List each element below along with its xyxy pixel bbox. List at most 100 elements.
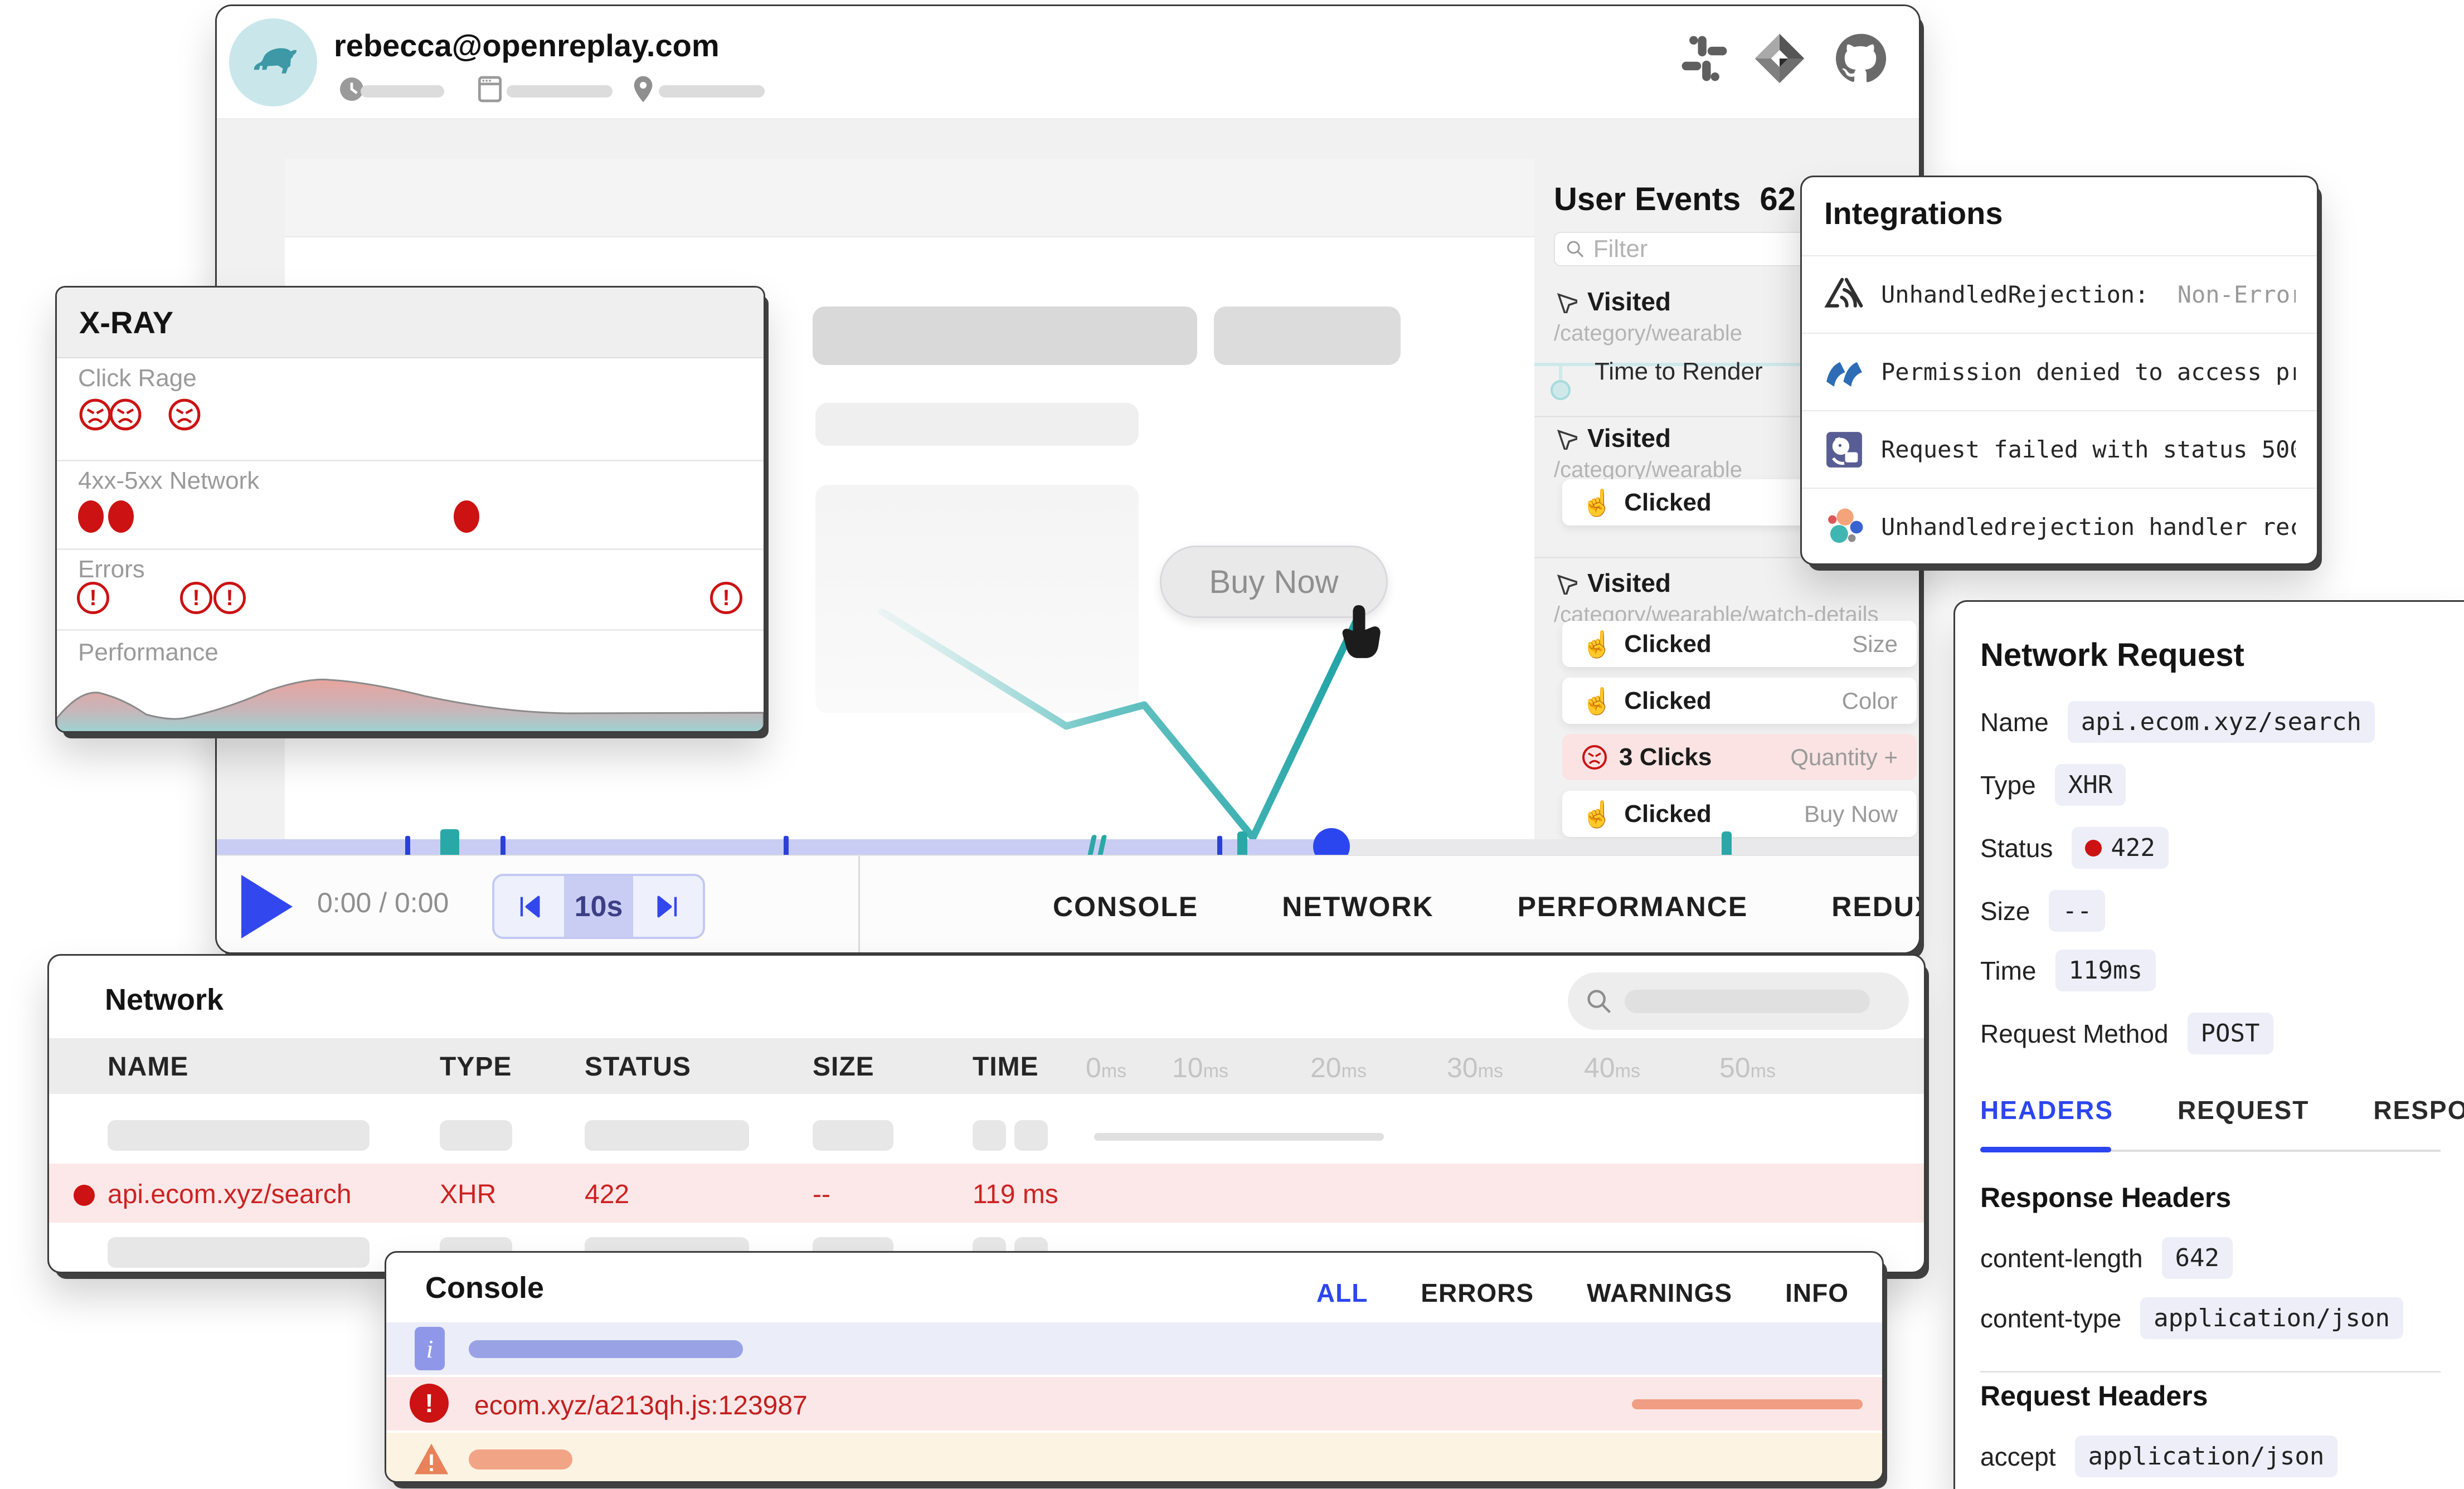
elastic-icon bbox=[1823, 506, 1865, 548]
session-header: rebecca@openreplay.com bbox=[217, 6, 1919, 119]
skeleton-title-bar bbox=[813, 306, 1197, 365]
integrations-title: Integrations bbox=[1824, 195, 2003, 231]
console-title: Console bbox=[425, 1271, 544, 1305]
console-filter-tabs: ALL ERRORS WARNINGS INFO bbox=[1316, 1278, 1849, 1308]
rhino-icon bbox=[242, 32, 304, 93]
column-size[interactable]: SIZE bbox=[813, 1052, 874, 1082]
integration-item-elastic[interactable]: Unhandledrejection handler rece.. bbox=[1802, 488, 2317, 565]
event-clicked-target: Size bbox=[1852, 631, 1898, 658]
search-icon bbox=[1585, 987, 1613, 1016]
error-row-time: 119 ms bbox=[973, 1179, 1058, 1210]
integration-item-sentry[interactable]: UnhandledRejection: Non-Error... bbox=[1802, 255, 2317, 333]
click-hand-icon: ☝ bbox=[1581, 801, 1613, 827]
console-tab-info[interactable]: INFO bbox=[1785, 1278, 1849, 1308]
click-hand-icon: ☝ bbox=[1581, 688, 1613, 714]
event-clicked-color-card[interactable]: ☝ Clicked Color bbox=[1562, 678, 1917, 724]
header-value: application/json bbox=[2075, 1436, 2338, 1477]
event-rage-clicks-card[interactable]: 3 Clicks Quantity + bbox=[1562, 734, 1917, 780]
column-type[interactable]: TYPE bbox=[440, 1052, 512, 1082]
field-value: 422 bbox=[2072, 827, 2168, 869]
console-error-placeholder bbox=[1632, 1399, 1863, 1409]
location-pin-icon bbox=[628, 72, 659, 106]
scale-50ms: 50ms bbox=[1719, 1052, 1776, 1084]
warning-triangle-icon bbox=[413, 1441, 450, 1477]
column-status[interactable]: STATUS bbox=[585, 1052, 691, 1082]
network-panel-title: Network bbox=[105, 982, 223, 1017]
user-events-count: 62 bbox=[1760, 181, 1796, 217]
status-error-dot bbox=[2085, 840, 2102, 857]
navigate-icon bbox=[1554, 571, 1577, 595]
column-name[interactable]: NAME bbox=[108, 1052, 188, 1082]
console-tab-all[interactable]: ALL bbox=[1316, 1278, 1368, 1308]
console-warning-placeholder bbox=[469, 1449, 572, 1469]
info-icon: i bbox=[415, 1327, 445, 1370]
event-visited-label: Visited bbox=[1587, 568, 1671, 598]
field-value: 119ms bbox=[2055, 950, 2156, 991]
tab-redux[interactable]: REDUX bbox=[1831, 891, 1921, 923]
xray-divider bbox=[57, 548, 764, 550]
console-error-row[interactable]: ! ecom.xyz/a213qh.js:123987 bbox=[386, 1377, 1882, 1430]
network-error-row[interactable]: api.ecom.xyz/search XHR 422 -- 119 ms bbox=[49, 1164, 1924, 1223]
console-info-row[interactable]: i bbox=[386, 1322, 1882, 1375]
field-label: Status bbox=[1980, 833, 2053, 863]
tab-network[interactable]: NETWORK bbox=[1282, 891, 1433, 923]
integration-item-datadog[interactable]: Request failed with status 500 bbox=[1802, 410, 2317, 488]
tab-headers[interactable]: HEADERS bbox=[1980, 1095, 2113, 1125]
console-warning-row[interactable] bbox=[386, 1433, 1882, 1483]
network-search-field[interactable] bbox=[1568, 972, 1909, 1030]
render-timeline-dot bbox=[1551, 380, 1571, 400]
tab-performance[interactable]: PERFORMANCE bbox=[1518, 891, 1748, 923]
replayed-page-header bbox=[285, 159, 1534, 237]
scale-40ms: 40ms bbox=[1584, 1052, 1640, 1084]
console-tab-warnings[interactable]: WARNINGS bbox=[1587, 1278, 1732, 1308]
header-label: content-type bbox=[1980, 1303, 2121, 1334]
skip-interval-label[interactable]: 10s bbox=[564, 876, 634, 937]
network-error-dot bbox=[108, 500, 134, 533]
jira-icon[interactable] bbox=[1753, 32, 1806, 85]
event-clicked-buynow-card[interactable]: ☝ Clicked Buy Now bbox=[1562, 791, 1917, 837]
integration-error-label: UnhandledRejection: bbox=[1881, 281, 2149, 308]
event-visited-label: Visited bbox=[1587, 286, 1671, 317]
network-request-title: Network Request bbox=[1980, 636, 2244, 674]
event-visited-3[interactable]: Visited bbox=[1554, 568, 1671, 598]
integration-item-waves[interactable]: Permission denied to access pro... bbox=[1802, 333, 2317, 410]
angry-face-icon bbox=[167, 397, 202, 432]
session-duration-placeholder bbox=[361, 85, 444, 98]
skip-forward-button[interactable] bbox=[633, 876, 703, 937]
play-button[interactable] bbox=[241, 875, 293, 938]
xray-performance-label: Performance bbox=[78, 639, 218, 666]
integration-error-label: Request failed with status 500 bbox=[1881, 436, 2296, 463]
playback-time: 0:00 / 0:00 bbox=[317, 887, 449, 919]
event-clicked-target: Quantity + bbox=[1790, 744, 1898, 771]
replay-timeline[interactable] bbox=[217, 839, 1921, 855]
event-visited-2[interactable]: Visited bbox=[1554, 423, 1671, 453]
request-detail-tabs: HEADERS REQUEST RESPONSE bbox=[1980, 1095, 2464, 1125]
click-hand-icon: ☝ bbox=[1581, 490, 1613, 515]
network-panel: Network NAME TYPE STATUS SIZE TIME 0ms 1… bbox=[47, 954, 1926, 1273]
buy-now-button[interactable]: Buy Now bbox=[1160, 546, 1388, 618]
xray-click-rage-label: Click Rage bbox=[78, 364, 197, 392]
user-events-title: User Events 62 bbox=[1554, 181, 1796, 218]
field-request-method: Request Method POST bbox=[1980, 1013, 2273, 1054]
event-visited-1[interactable]: Visited bbox=[1554, 286, 1671, 317]
event-clicked-target: Buy Now bbox=[1804, 801, 1898, 828]
user-email: rebecca@openreplay.com bbox=[334, 27, 720, 64]
timeline-progress bbox=[217, 839, 1331, 855]
tab-console[interactable]: CONSOLE bbox=[1053, 891, 1198, 923]
avatar bbox=[229, 18, 317, 106]
tab-request[interactable]: REQUEST bbox=[2178, 1095, 2309, 1125]
github-icon[interactable] bbox=[1834, 32, 1887, 85]
integration-error-detail: Non-Error... bbox=[2178, 281, 2296, 308]
scale-10ms: 10ms bbox=[1172, 1052, 1228, 1084]
event-clicked-size-card[interactable]: ☝ Clicked Size bbox=[1562, 621, 1917, 667]
slack-icon[interactable] bbox=[1678, 32, 1731, 85]
error-exclamation-icon: ! bbox=[77, 582, 109, 614]
player-divider bbox=[858, 856, 860, 954]
console-tab-errors[interactable]: ERRORS bbox=[1421, 1278, 1534, 1308]
column-time[interactable]: TIME bbox=[973, 1052, 1039, 1082]
player-controls-bar: 0:00 / 0:00 10s CONSOLE NETWORK PERFORMA… bbox=[217, 855, 1921, 954]
header-accept: accept application/json bbox=[1980, 1436, 2337, 1477]
tab-response[interactable]: RESPONSE bbox=[2373, 1095, 2464, 1125]
headers-divider bbox=[1980, 1371, 2441, 1373]
skip-back-button[interactable] bbox=[494, 876, 564, 937]
